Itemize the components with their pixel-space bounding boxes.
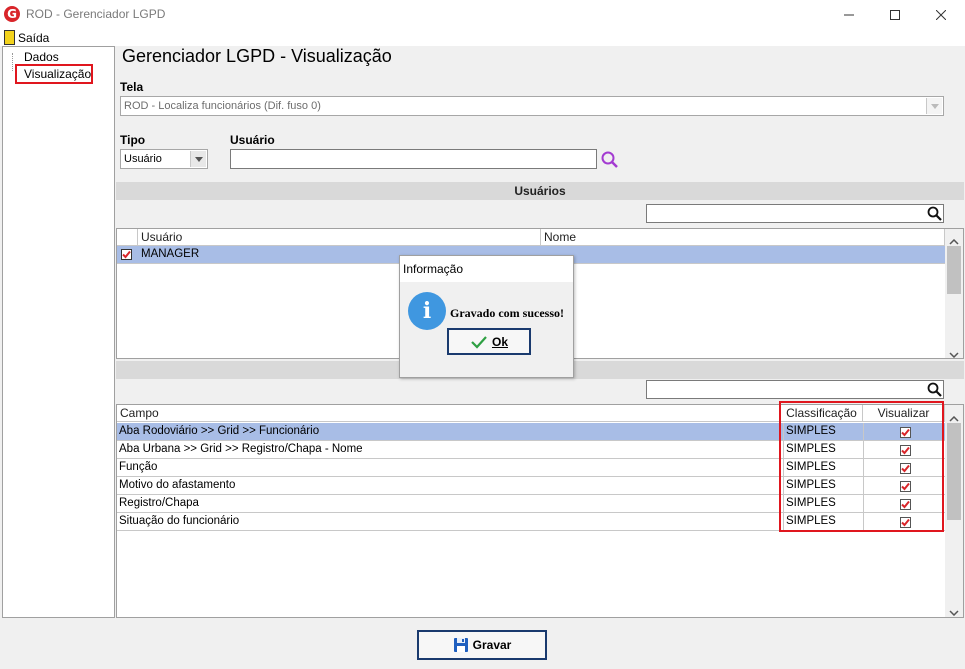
- info-icon: i: [408, 292, 446, 330]
- user-row-nome: [542, 246, 942, 264]
- tipo-select-value: Usuário: [124, 153, 162, 165]
- field-row-campo: Aba Rodoviário >> Grid >> Funcionário: [119, 425, 320, 437]
- users-grid-check-header: [117, 229, 138, 246]
- fields-grid-scrollbar[interactable]: [945, 405, 963, 617]
- search-icon: [927, 382, 942, 397]
- scroll-down-icon: [949, 347, 959, 361]
- search-user-button[interactable]: [600, 150, 620, 170]
- users-scroll-thumb[interactable]: [947, 246, 961, 294]
- window-title: ROD - Gerenciador LGPD: [26, 7, 166, 21]
- ok-button[interactable]: Ok: [447, 328, 531, 355]
- tela-label: Tela: [120, 80, 144, 94]
- dialog-message: Gravado com sucesso!: [450, 306, 564, 320]
- dialog-title-bar: Informação: [400, 256, 573, 282]
- users-section-header: Usuários: [116, 182, 964, 200]
- page-title: Gerenciador LGPD - Visualização: [122, 46, 392, 66]
- scroll-down-icon: [949, 605, 959, 619]
- checkmark-icon: [121, 249, 132, 260]
- minimize-icon: [844, 14, 854, 16]
- users-grid-header-nome[interactable]: Nome: [541, 229, 945, 246]
- field-row-campo: Função: [119, 461, 158, 473]
- tree-item-dados[interactable]: Dados: [24, 50, 59, 64]
- info-dialog: Informação i Gravado com sucesso! Ok: [399, 255, 574, 378]
- search-icon: [927, 206, 942, 221]
- users-filter-search-button[interactable]: [926, 205, 944, 222]
- save-button[interactable]: Gravar: [417, 630, 547, 660]
- tipo-dropdown-button[interactable]: [190, 151, 206, 167]
- users-grid-scrollbar[interactable]: [945, 229, 963, 361]
- fields-scroll-thumb[interactable]: [947, 423, 961, 520]
- title-bar: G ROD - Gerenciador LGPD: [0, 0, 965, 30]
- tree-connector: [12, 53, 13, 71]
- tipo-select[interactable]: Usuário: [120, 149, 208, 169]
- floppy-disk-icon: [453, 638, 468, 652]
- usuario-input[interactable]: [230, 149, 597, 169]
- close-icon: [936, 10, 946, 20]
- columns-highlight-box: [779, 401, 944, 532]
- fields-grid-header-campo[interactable]: Campo: [117, 405, 781, 422]
- fields-filter-search-button[interactable]: [926, 381, 944, 398]
- app-logo-icon: G: [4, 6, 20, 22]
- exit-menu-label: Saída: [18, 31, 50, 45]
- tela-dropdown-button[interactable]: [926, 98, 942, 114]
- menu-bar: Saída: [0, 30, 965, 46]
- tipo-label: Tipo: [120, 133, 146, 147]
- tela-select[interactable]: ROD - Localiza funcionários (Dif. fuso 0…: [120, 96, 944, 116]
- tela-select-value: ROD - Localiza funcionários (Dif. fuso 0…: [124, 100, 321, 112]
- checkmark-icon: [471, 335, 487, 349]
- save-button-label: Gravar: [472, 638, 512, 652]
- usuario-label: Usuário: [230, 133, 275, 147]
- maximize-button[interactable]: [872, 0, 918, 30]
- navigation-tree: Dados Visualização: [2, 46, 115, 618]
- exit-door-icon: [4, 30, 15, 45]
- exit-menu-item[interactable]: Saída: [0, 30, 60, 46]
- user-row-checkbox[interactable]: [121, 249, 132, 261]
- minimize-button[interactable]: [826, 0, 872, 30]
- chevron-down-icon: [194, 156, 203, 162]
- ok-button-label: Ok: [491, 334, 508, 349]
- chevron-down-icon: [930, 103, 939, 109]
- dialog-title: Informação: [403, 262, 464, 276]
- field-row-campo: Situação do funcionário: [119, 515, 240, 527]
- users-filter-input[interactable]: [646, 204, 944, 223]
- field-row-campo: Aba Urbana >> Grid >> Registro/Chapa - N…: [119, 443, 363, 455]
- tree-item-visualizacao[interactable]: Visualização: [24, 67, 91, 81]
- maximize-icon: [890, 10, 900, 20]
- field-row-campo: Registro/Chapa: [119, 497, 199, 509]
- fields-filter-input[interactable]: [646, 380, 944, 399]
- search-icon: [601, 151, 618, 168]
- field-row-campo: Motivo do afastamento: [119, 479, 236, 491]
- close-window-button[interactable]: [918, 0, 964, 30]
- users-grid-header-usuario[interactable]: Usuário: [138, 229, 541, 246]
